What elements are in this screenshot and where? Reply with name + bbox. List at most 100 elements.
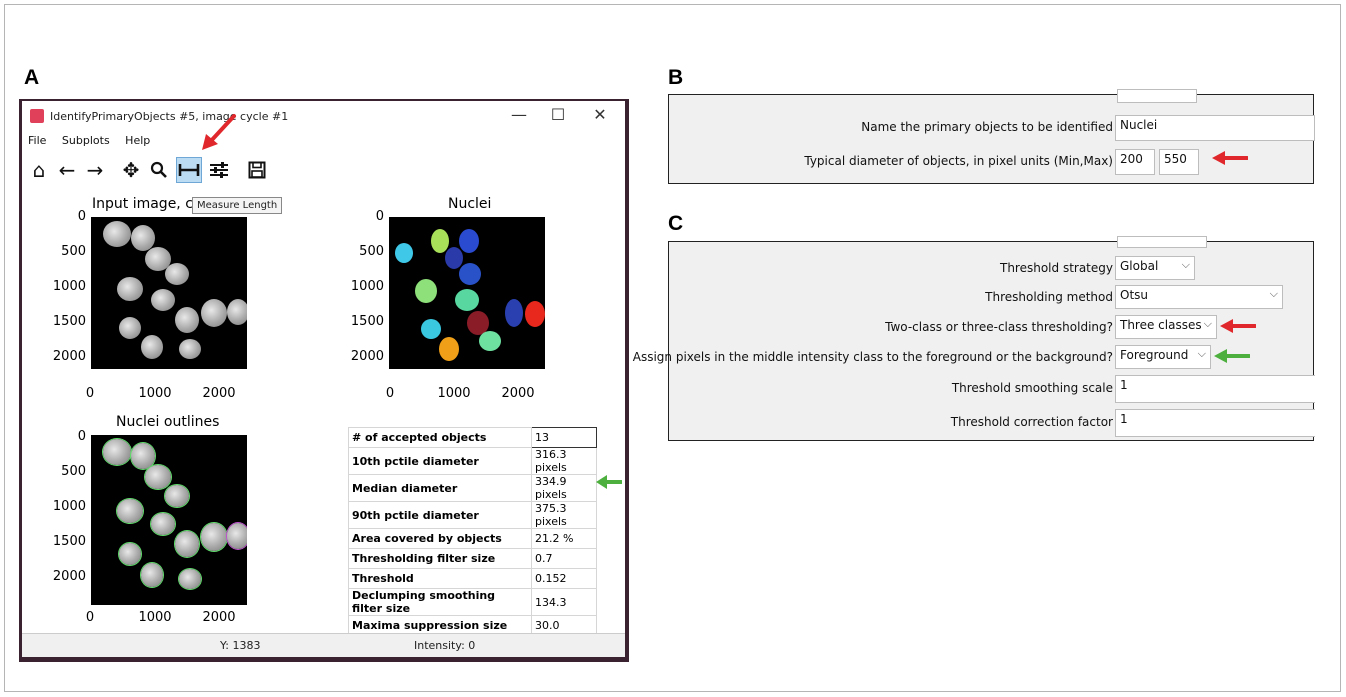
measure-length-icon[interactable] — [176, 157, 202, 183]
input-image — [91, 217, 247, 369]
input-xtick: 1000 — [138, 386, 172, 401]
nuclei-title: Nuclei — [448, 196, 492, 212]
green-arrow-median — [596, 475, 622, 489]
obscured-field — [1117, 89, 1197, 103]
table-row: # of accepted objects 13 — [348, 427, 597, 448]
status-bar: Y: 1383 Intensity: 0 — [22, 633, 625, 657]
diameter-max-input[interactable]: 550 — [1159, 149, 1199, 175]
chevron-down-icon: ⌵ — [1203, 317, 1212, 330]
nuclei-ytick: 2000 — [350, 349, 384, 364]
menu-bar: File Subplots Help — [22, 134, 156, 152]
nuclei-xtick: 1000 — [437, 386, 471, 401]
nuclei-xtick: 2000 — [501, 386, 535, 401]
minimize-button[interactable]: — — [507, 105, 531, 124]
window-title: IdentifyPrimaryObjects #5, image cycle #… — [50, 110, 289, 123]
stat-value: 316.3 pixels — [531, 447, 597, 475]
diameter-min-input[interactable]: 200 — [1115, 149, 1155, 175]
stat-label: Threshold — [348, 568, 532, 589]
chevron-down-icon: ⌵ — [1269, 287, 1278, 300]
menu-subplots[interactable]: Subplots — [62, 134, 110, 147]
smoothing-scale-input[interactable]: 1 — [1115, 375, 1315, 403]
middle-class-assign-select[interactable]: Foreground ⌵ — [1115, 345, 1211, 369]
table-row: Declumping smoothing filter size 134.3 — [348, 588, 597, 616]
input-xtick: 2000 — [202, 386, 236, 401]
app-icon — [30, 109, 44, 123]
table-row: Median diameter 334.9 pixels — [348, 474, 597, 502]
figure-window: IdentifyPrimaryObjects #5, image cycle #… — [22, 101, 625, 657]
outlines-xtick: 2000 — [202, 610, 236, 625]
outlines-ytick: 0 — [77, 429, 86, 444]
name-objects-label: Name the primary objects to be identifie… — [861, 120, 1113, 134]
measure-length-tooltip: Measure Length — [192, 197, 283, 214]
stats-table: # of accepted objects 13 10th pctile diam… — [348, 427, 597, 636]
forward-arrow-icon[interactable]: → — [82, 157, 108, 183]
chevron-down-icon: ⌵ — [1197, 347, 1206, 360]
stat-label: Area covered by objects — [348, 528, 532, 549]
outlines-title: Nuclei outlines — [116, 414, 220, 430]
table-row: 90th pctile diameter 375.3 pixels — [348, 501, 597, 529]
back-arrow-icon[interactable]: ← — [54, 157, 80, 183]
class-thresholding-value: Three classes — [1120, 318, 1202, 332]
zoom-icon[interactable] — [146, 157, 172, 183]
stat-label: Declumping smoothing filter size — [348, 588, 532, 616]
input-ytick: 2000 — [52, 349, 86, 364]
nuclei-ytick: 500 — [359, 244, 384, 259]
outlines-ytick: 2000 — [52, 569, 86, 584]
outlines-xtick: 1000 — [138, 610, 172, 625]
class-thresholding-label: Two-class or three-class thresholding? — [885, 320, 1113, 334]
stat-value: 134.3 — [531, 588, 597, 616]
threshold-strategy-select[interactable]: Global ⌵ — [1115, 256, 1195, 280]
threshold-method-select[interactable]: Otsu ⌵ — [1115, 285, 1283, 309]
save-icon[interactable] — [244, 157, 270, 183]
stat-label: Median diameter — [348, 474, 532, 502]
diameter-label: Typical diameter of objects, in pixel un… — [804, 154, 1113, 168]
threshold-strategy-label: Threshold strategy — [999, 261, 1113, 275]
correction-factor-label: Threshold correction factor — [950, 415, 1113, 429]
nuclei-outlines-image — [91, 435, 247, 605]
stat-value: 334.9 pixels — [531, 474, 597, 502]
stat-label: # of accepted objects — [348, 427, 532, 448]
stat-value: 0.152 — [531, 568, 597, 589]
pan-icon[interactable]: ✥ — [118, 157, 144, 183]
panel-c-settings: Threshold strategy Global ⌵ Thresholding … — [633, 236, 1315, 441]
outlines-ytick: 500 — [61, 464, 86, 479]
table-row: Threshold 0.152 — [348, 568, 597, 589]
panel-b-settings: Name the primary objects to be identifie… — [668, 89, 1315, 184]
close-button[interactable]: ✕ — [588, 105, 612, 124]
outlines-xtick: 0 — [85, 610, 95, 625]
menu-file[interactable]: File — [28, 134, 46, 147]
panel-label-a: A — [24, 66, 40, 89]
red-arrow-measure-tool — [202, 114, 236, 150]
stat-label: 90th pctile diameter — [348, 501, 532, 529]
panel-label-c: C — [668, 212, 684, 235]
table-row: Area covered by objects 21.2 % — [348, 528, 597, 549]
input-xtick: 0 — [85, 386, 95, 401]
name-objects-input[interactable]: Nuclei — [1115, 115, 1315, 141]
middle-class-assign-label: Assign pixels in the middle intensity cl… — [632, 350, 1113, 364]
stat-value: 13 — [531, 427, 597, 448]
stat-label: 10th pctile diameter — [348, 447, 532, 475]
red-arrow-diameter — [1212, 151, 1248, 165]
configure-subplots-icon[interactable] — [206, 157, 232, 183]
class-thresholding-select[interactable]: Three classes ⌵ — [1115, 315, 1217, 339]
status-intensity: Intensity: 0 — [414, 639, 476, 652]
input-ytick: 1000 — [52, 279, 86, 294]
nuclei-xtick: 0 — [385, 386, 395, 401]
home-icon[interactable]: ⌂ — [26, 157, 52, 183]
stat-value: 21.2 % — [531, 528, 597, 549]
stat-label: Thresholding filter size — [348, 548, 532, 569]
status-y: Y: 1383 — [220, 639, 261, 652]
correction-factor-input[interactable]: 1 — [1115, 409, 1315, 437]
panel-label-b: B — [668, 66, 684, 89]
maximize-button[interactable]: ☐ — [546, 105, 570, 124]
obscured-field — [1117, 236, 1207, 248]
stat-value: 0.7 — [531, 548, 597, 569]
outlines-ytick: 1500 — [52, 534, 86, 549]
stat-value: 375.3 pixels — [531, 501, 597, 529]
input-ytick: 1500 — [52, 314, 86, 329]
menu-help[interactable]: Help — [125, 134, 150, 147]
table-row: Thresholding filter size 0.7 — [348, 548, 597, 569]
threshold-strategy-value: Global — [1120, 259, 1159, 273]
middle-class-assign-value: Foreground — [1120, 348, 1189, 362]
red-arrow-classes — [1220, 319, 1256, 333]
